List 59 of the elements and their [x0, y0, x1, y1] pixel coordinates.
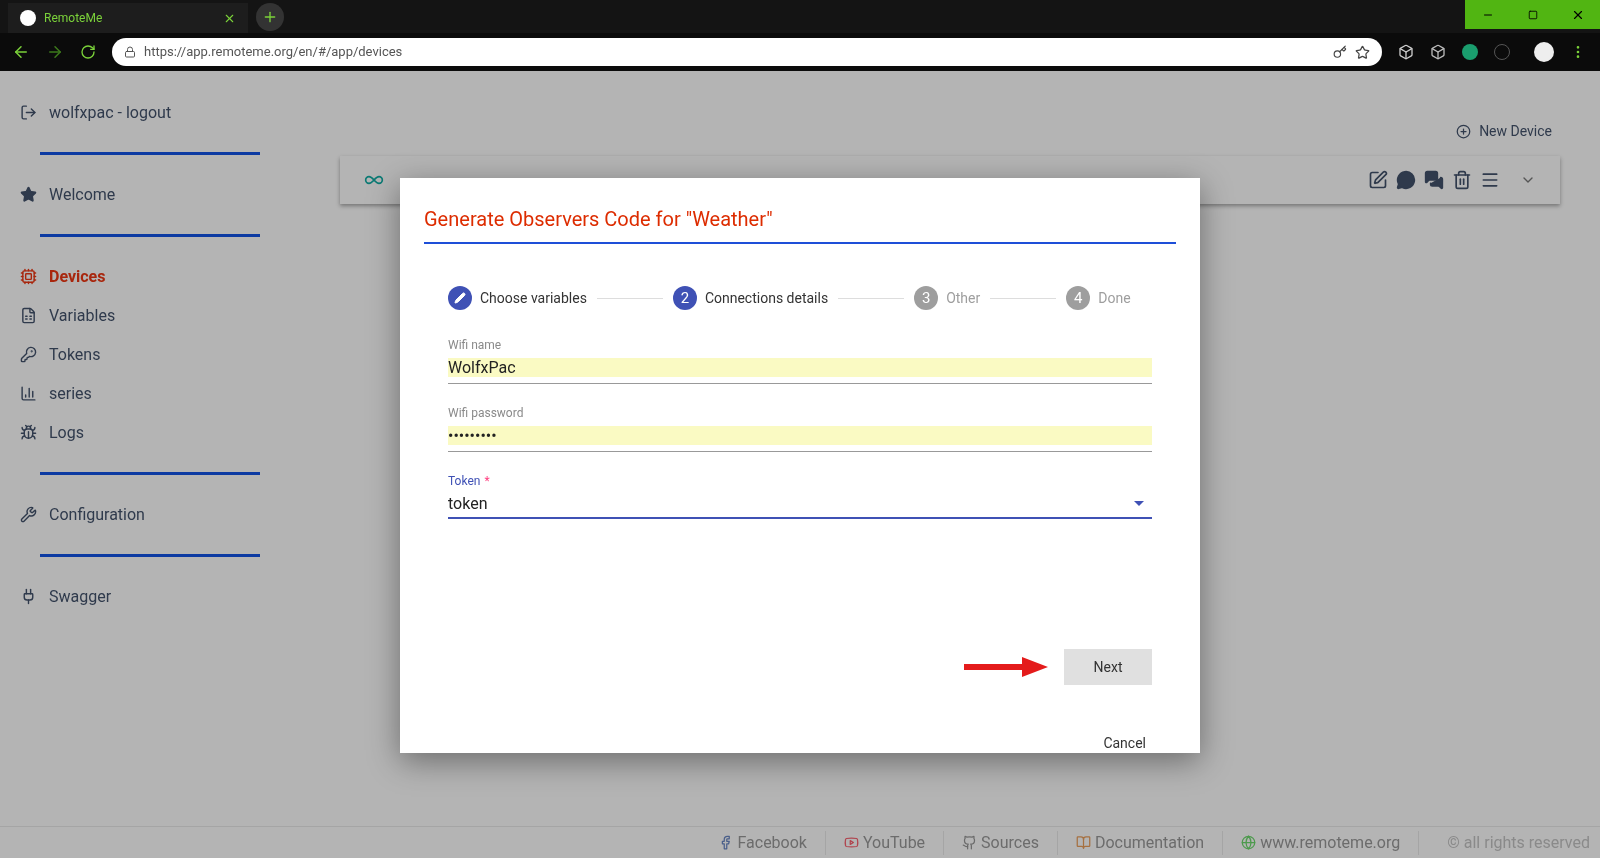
sidebar-item[interactable]: Devices [20, 257, 300, 296]
profile-avatar[interactable] [1534, 42, 1554, 62]
chip-icon [20, 268, 37, 285]
cancel-button[interactable]: Cancel [1103, 733, 1146, 754]
extension-icon[interactable] [1462, 44, 1478, 60]
sidebar-item[interactable]: Tokens [20, 335, 300, 374]
address-bar[interactable]: https://app.remoteme.org/en/#/app/devices [112, 38, 1382, 66]
video-icon [843, 835, 859, 850]
field-label: Wifi password [448, 405, 524, 422]
browser-tab[interactable]: RemoteMe [8, 3, 248, 33]
bar-chart-icon [20, 385, 37, 402]
field-label: Token [448, 473, 481, 490]
logout-icon [20, 104, 37, 121]
key-icon[interactable] [1333, 45, 1347, 59]
reload-icon[interactable] [80, 44, 96, 60]
trash-icon[interactable] [1452, 170, 1472, 190]
sidebar-item[interactable]: Welcome [20, 175, 300, 214]
book-icon [1075, 835, 1091, 850]
key-icon [20, 346, 37, 363]
chat-icon[interactable] [1396, 170, 1416, 190]
next-button[interactable]: Next [1064, 649, 1152, 685]
sidebar-item[interactable]: Swagger [20, 577, 300, 616]
required-mark: * [484, 473, 490, 490]
globe-icon [1241, 835, 1257, 850]
step-number: 3 [914, 286, 939, 310]
step-label: Other [946, 288, 981, 308]
menu-icon[interactable] [1480, 170, 1500, 190]
new-device-link[interactable]: New Device [1479, 121, 1552, 142]
new-tab-button[interactable] [256, 3, 284, 31]
sidebar-item[interactable]: Configuration [20, 495, 300, 534]
file-icon [20, 307, 37, 324]
field-label: Wifi name [448, 337, 502, 354]
lock-icon [124, 46, 136, 58]
step-label: Connections details [704, 288, 829, 308]
github-icon [962, 835, 978, 850]
bookmark-star-icon[interactable] [1355, 44, 1370, 60]
sidebar-item[interactable]: Variables [20, 296, 300, 335]
forward-icon[interactable] [46, 43, 64, 61]
edit-icon[interactable] [1368, 170, 1388, 190]
dialog-title: Generate Observers Code for "Weather" [424, 204, 1176, 244]
extension-icon[interactable] [1430, 44, 1446, 60]
chats-icon[interactable] [1424, 170, 1444, 190]
bug-icon [20, 424, 37, 441]
restore-icon [1527, 9, 1538, 20]
dropdown-caret-icon [1134, 500, 1144, 507]
step-label: Done [1098, 288, 1131, 308]
token-select[interactable]: token [448, 494, 1152, 519]
sidebar-item[interactable]: Logs [20, 413, 300, 452]
back-icon[interactable] [12, 43, 30, 61]
sidebar-item[interactable]: series [20, 374, 300, 413]
wrench-icon [20, 506, 37, 523]
add-icon [1456, 124, 1472, 139]
sidebar-item[interactable]: wolfxpac - logout [20, 93, 300, 132]
step-number: 2 [672, 286, 697, 310]
star-icon [20, 186, 37, 203]
step-label: Choose variables [480, 288, 587, 308]
site-logo-icon [20, 10, 36, 26]
plus-icon [262, 9, 278, 25]
step-number: 4 [1066, 286, 1091, 310]
